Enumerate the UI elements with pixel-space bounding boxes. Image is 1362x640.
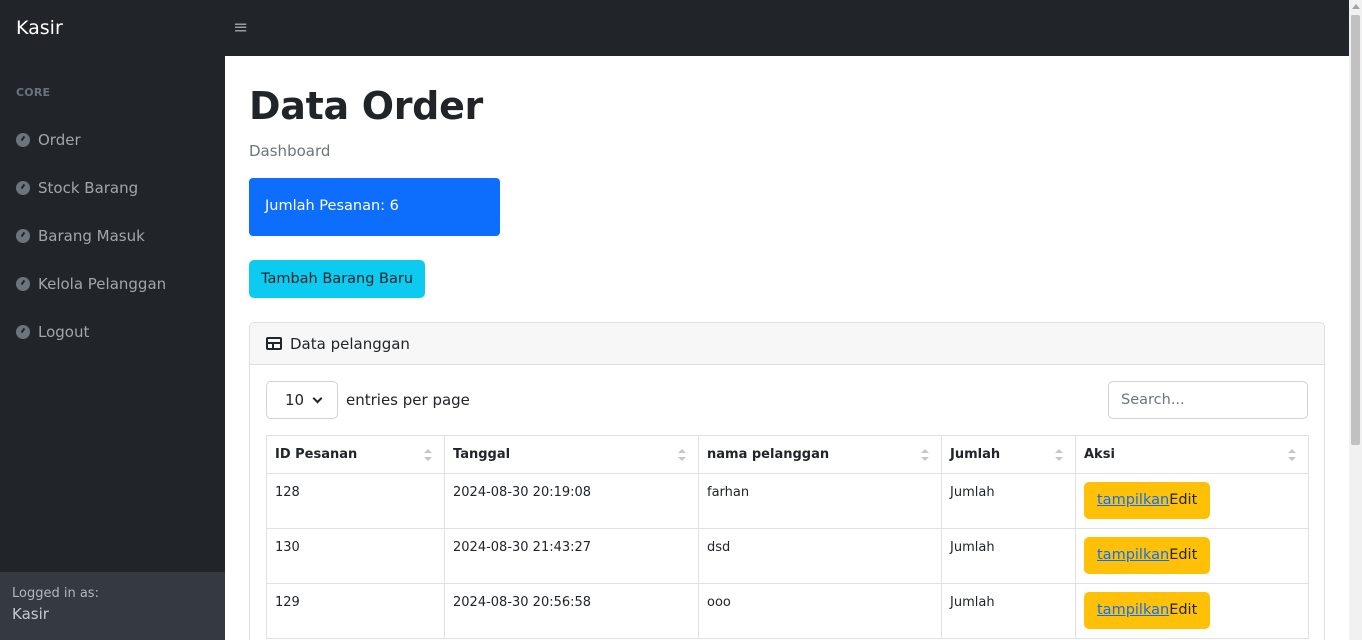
sidebar-item-order[interactable]: Order — [0, 116, 225, 164]
sort-icon — [424, 449, 432, 461]
sidebar-item-logout[interactable]: Logout — [0, 308, 225, 356]
sidebar-item-label: Order — [38, 131, 81, 149]
sort-icon — [1055, 449, 1063, 461]
gauge-icon — [16, 133, 30, 147]
sidebar-item-stock-barang[interactable]: Stock Barang — [0, 164, 225, 212]
sort-icon — [1288, 449, 1296, 461]
show-link[interactable]: tampilkan — [1097, 602, 1169, 618]
cell-jumlah: Jumlah — [941, 528, 1076, 584]
show-link[interactable]: tampilkan — [1097, 547, 1169, 563]
table-controls: 10 entries per page — [266, 381, 1308, 419]
cell-tanggal: 2024-08-30 20:19:08 — [444, 473, 699, 529]
cell-id: 129 — [266, 583, 445, 639]
card-body: 10 entries per page ID Pesanan Tanggal n… — [250, 365, 1324, 640]
sort-icon — [921, 449, 929, 461]
table-header-row: ID Pesanan Tanggal nama pelanggan Jumlah… — [266, 435, 1309, 474]
search-input[interactable] — [1108, 381, 1308, 419]
edit-link[interactable]: Edit — [1169, 602, 1197, 618]
cell-jumlah: Jumlah — [941, 583, 1076, 639]
show-link[interactable]: tampilkan — [1097, 492, 1169, 508]
action-button: tampilkanEdit — [1084, 537, 1211, 574]
main-content: Data Order Dashboard Jumlah Pesanan: 6 T… — [225, 56, 1349, 640]
add-item-button[interactable]: Tambah Barang Baru — [249, 260, 426, 298]
cell-aksi: tampilkanEdit — [1075, 583, 1309, 639]
sidebar-item-label: Logout — [38, 323, 90, 341]
cell-aksi: tampilkanEdit — [1075, 473, 1309, 529]
action-button: tampilkanEdit — [1084, 592, 1211, 629]
gauge-icon — [16, 277, 30, 291]
edit-link[interactable]: Edit — [1169, 492, 1197, 508]
sidebar-item-label: Kelola Pelanggan — [38, 275, 167, 293]
per-page-select[interactable]: 10 — [266, 381, 338, 419]
sidebar: CORE Order Stock Barang Barang Masuk Kel… — [0, 56, 225, 640]
table-row: 129 2024-08-30 20:56:58 ooo Jumlah tampi… — [266, 583, 1309, 639]
logged-in-user: Kasir — [12, 605, 49, 623]
sidebar-item-barang-masuk[interactable]: Barang Masuk — [0, 212, 225, 260]
cell-nama: dsd — [698, 528, 942, 584]
cell-id: 130 — [266, 528, 445, 584]
column-header-nama[interactable]: nama pelanggan — [698, 435, 942, 474]
sidebar-item-label: Stock Barang — [38, 179, 139, 197]
sidebar-item-kelola-pelanggan[interactable]: Kelola Pelanggan — [0, 260, 225, 308]
cell-aksi: tampilkanEdit — [1075, 528, 1309, 584]
column-header-id[interactable]: ID Pesanan — [266, 435, 445, 474]
top-navbar: Kasir ≡ — [0, 0, 1349, 56]
edit-link[interactable]: Edit — [1169, 547, 1197, 563]
table-icon — [266, 337, 282, 350]
sidebar-footer: Logged in as: Kasir — [0, 572, 225, 640]
action-button: tampilkanEdit — [1084, 482, 1211, 519]
gauge-icon — [16, 325, 30, 339]
breadcrumb: Dashboard — [249, 142, 331, 160]
scrollbar-thumb[interactable] — [1351, 15, 1360, 445]
orders-table: ID Pesanan Tanggal nama pelanggan Jumlah… — [266, 435, 1309, 639]
cell-nama: farhan — [698, 473, 942, 529]
table-row: 130 2024-08-30 21:43:27 dsd Jumlah tampi… — [266, 528, 1309, 584]
cell-tanggal: 2024-08-30 20:56:58 — [444, 583, 699, 639]
per-page-label: entries per page — [346, 391, 470, 409]
card-title: Data pelanggan — [290, 334, 410, 353]
column-header-aksi[interactable]: Aksi — [1075, 435, 1309, 474]
cell-id: 128 — [266, 473, 445, 529]
card-header: Data pelanggan — [250, 323, 1324, 365]
cell-tanggal: 2024-08-30 21:43:27 — [444, 528, 699, 584]
logged-in-label: Logged in as: — [12, 586, 99, 601]
navbar-brand[interactable]: Kasir — [0, 17, 225, 39]
page-title: Data Order — [249, 84, 483, 128]
gauge-icon — [16, 229, 30, 243]
cell-jumlah: Jumlah — [941, 473, 1076, 529]
column-header-tanggal[interactable]: Tanggal — [444, 435, 699, 474]
chevron-down-icon — [312, 393, 323, 403]
customer-data-card: Data pelanggan 10 entries per page Searc… — [249, 322, 1325, 640]
sort-icon — [678, 449, 686, 461]
sidebar-heading: CORE — [16, 86, 51, 99]
per-page-value: 10 — [285, 391, 305, 409]
gauge-icon — [16, 181, 30, 195]
sidebar-item-label: Barang Masuk — [38, 227, 145, 245]
sidebar-toggle-icon[interactable]: ≡ — [225, 19, 248, 37]
table-row: 128 2024-08-30 20:19:08 farhan Jumlah ta… — [266, 473, 1309, 529]
column-header-jumlah[interactable]: Jumlah — [941, 435, 1076, 474]
scroll-up-arrow-icon[interactable] — [1352, 4, 1360, 9]
order-count-card: Jumlah Pesanan: 6 — [249, 178, 500, 236]
per-page-control: 10 entries per page — [266, 381, 470, 419]
vertical-scrollbar[interactable] — [1349, 0, 1362, 640]
cell-nama: ooo — [698, 583, 942, 639]
